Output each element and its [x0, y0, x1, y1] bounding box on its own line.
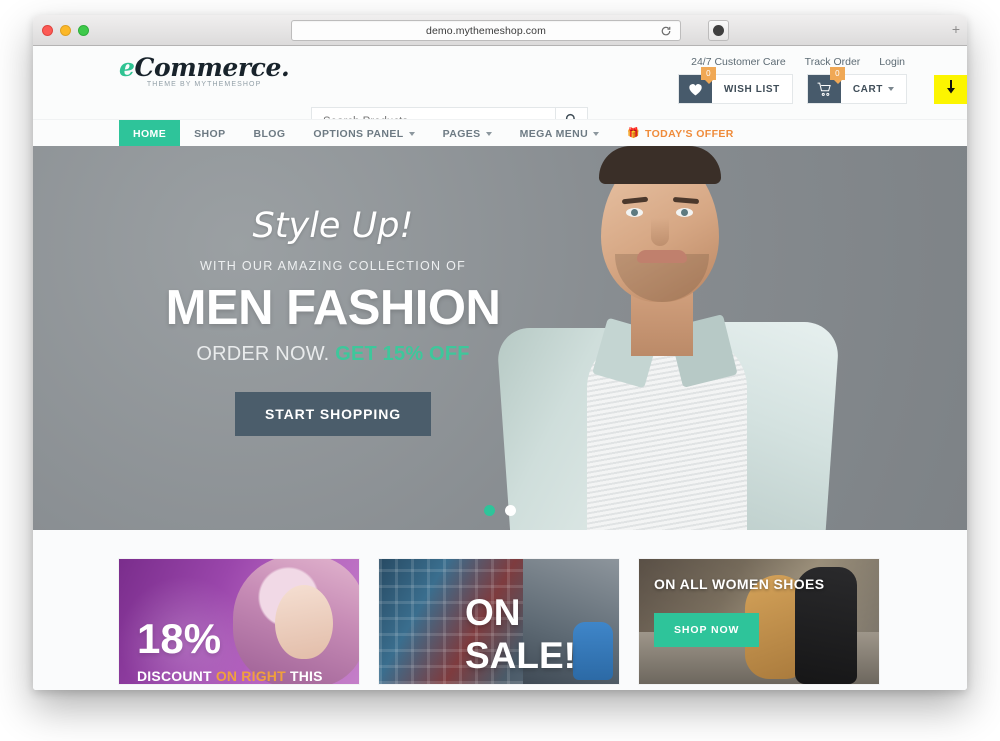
browser-window: demo.mythemeshop.com + eCommerce. THEME …	[33, 15, 967, 690]
url-text: demo.mythemeshop.com	[426, 24, 546, 37]
model-nose	[651, 218, 669, 246]
nav-item-shop[interactable]: SHOP	[180, 120, 239, 147]
gift-icon: 🎁	[627, 128, 640, 139]
nav-label-options-panel: OPTIONS PANEL	[313, 127, 404, 140]
cart-button[interactable]: 0 CART	[806, 67, 907, 104]
hero-subheadline: WITH OUR AMAZING COLLECTION OF	[199, 259, 467, 273]
slider-dot-1[interactable]	[484, 505, 495, 516]
promo-clip: 18% DISCOUNT ON RIGHT THIS ON SALE! ON A…	[33, 530, 967, 690]
promo-card-on-sale[interactable]: ON SALE!	[379, 559, 619, 684]
dark-circle-icon	[713, 25, 724, 36]
nav-item-todays-offer[interactable]: 🎁 TODAY'S OFFER	[613, 120, 748, 147]
wishlist-label: WISH LIST	[723, 83, 780, 95]
promo-2-line1: ON	[465, 592, 521, 633]
chevron-down-icon	[888, 87, 894, 91]
reload-icon[interactable]	[660, 25, 672, 37]
logo-tagline: THEME BY MYTHEMESHOP	[146, 81, 262, 88]
cart-label: CART	[841, 75, 906, 103]
nav-label-mega-menu: MEGA MENU	[519, 127, 589, 140]
hero-headline: MEN FASHION	[165, 281, 501, 335]
promo-1-caption-suffix: THIS	[285, 668, 323, 684]
cart-label-text: CART	[852, 83, 883, 95]
maximize-window-button[interactable]	[78, 25, 89, 36]
promo-1-face	[275, 585, 333, 659]
promo-2-line2: SALE!	[465, 635, 576, 676]
nav-item-mega-menu[interactable]: MEGA MENU	[506, 120, 614, 147]
download-indicator[interactable]	[934, 75, 967, 104]
logo-wordmark: eCommerce.	[119, 53, 290, 82]
extension-button[interactable]	[708, 20, 729, 41]
model-lips	[637, 250, 687, 263]
promo-1-caption-highlight: ON RIGHT	[215, 668, 286, 684]
hero-offer-accent: GET 15% OFF	[335, 343, 470, 365]
hero-content: Style Up! WITH OUR AMAZING COLLECTION OF…	[163, 206, 503, 436]
close-window-button[interactable]	[42, 25, 53, 36]
hero-offer-line: ORDER NOW. GET 15% OFF	[163, 343, 503, 366]
nav-label-todays-offer: TODAY'S OFFER	[644, 127, 734, 140]
nav-label-pages: PAGES	[442, 127, 481, 140]
promo-card-women-shoes[interactable]: ON ALL WOMEN SHOES SHOP NOW	[639, 559, 879, 684]
shop-now-button[interactable]: SHOP NOW	[654, 613, 760, 647]
nav-item-home[interactable]: HOME	[119, 120, 181, 147]
chevron-down-icon	[485, 131, 492, 136]
logo-rest: Commerce.	[134, 53, 290, 82]
nav-item-pages[interactable]: PAGES	[429, 120, 506, 147]
page-viewport: eCommerce. THEME BY MYTHEMESHOP 24/7 Cus…	[33, 46, 967, 690]
wishlist-badge: 0	[700, 67, 716, 84]
model-eye-right	[676, 208, 693, 217]
promo-card-row: 18% DISCOUNT ON RIGHT THIS ON SALE! ON A…	[119, 559, 879, 684]
model-eye-left	[626, 208, 643, 217]
utility-links: 24/7 Customer Care Track Order Login	[691, 56, 905, 68]
model-hair	[599, 146, 721, 184]
window-controls[interactable]	[42, 25, 89, 36]
promo-1-percent: 18%	[137, 615, 222, 662]
minimize-window-button[interactable]	[60, 25, 71, 36]
nav-label-home: HOME	[133, 127, 167, 140]
wishlist-button[interactable]: 0 WISH LIST	[677, 67, 793, 104]
hero-offer-prefix: ORDER NOW.	[196, 343, 336, 365]
link-login[interactable]: Login	[879, 56, 905, 68]
cart-badge: 0	[829, 67, 845, 84]
hero-model-photo	[459, 146, 879, 530]
promo-3-title: ON ALL WOMEN SHOES	[654, 576, 825, 592]
site-header: eCommerce. THEME BY MYTHEMESHOP 24/7 Cus…	[33, 46, 967, 137]
promo-card-discount[interactable]: 18% DISCOUNT ON RIGHT THIS	[119, 559, 359, 684]
nav-item-blog[interactable]: BLOG	[239, 120, 299, 147]
promo-1-caption: DISCOUNT ON RIGHT THIS	[137, 668, 323, 684]
new-tab-button[interactable]: +	[952, 22, 960, 36]
cart-actions: 0 WISH LIST 0 CART	[677, 67, 907, 104]
download-arrow-icon	[945, 80, 957, 99]
start-shopping-button[interactable]: START SHOPPING	[234, 392, 432, 436]
hero-script-headline: Style Up!	[252, 206, 414, 246]
nav-items: HOME SHOP BLOG OPTIONS PANEL PAGES MEGA …	[119, 120, 748, 147]
site-logo[interactable]: eCommerce. THEME BY MYTHEMESHOP	[119, 53, 290, 89]
browser-chrome-bar: demo.mythemeshop.com +	[33, 15, 967, 46]
promo-1-caption-prefix: DISCOUNT	[137, 668, 216, 684]
address-bar[interactable]: demo.mythemeshop.com	[291, 20, 681, 41]
promo-2-text: ON SALE!	[465, 591, 576, 677]
nav-label-blog: BLOG	[253, 127, 286, 140]
hero-slider: Style Up! WITH OUR AMAZING COLLECTION OF…	[33, 146, 967, 530]
nav-label-shop: SHOP	[194, 127, 226, 140]
promo-section: 18% DISCOUNT ON RIGHT THIS ON SALE! ON A…	[33, 530, 967, 690]
slider-dot-2[interactable]	[505, 505, 516, 516]
promo-2-glove	[573, 622, 613, 680]
nav-item-options-panel[interactable]: OPTIONS PANEL	[299, 120, 428, 147]
chevron-down-icon	[408, 131, 415, 136]
chevron-down-icon	[593, 131, 600, 136]
main-navigation: HOME SHOP BLOG OPTIONS PANEL PAGES MEGA …	[33, 119, 967, 147]
logo-first-letter: e	[119, 53, 135, 82]
slider-pagination	[33, 505, 967, 516]
